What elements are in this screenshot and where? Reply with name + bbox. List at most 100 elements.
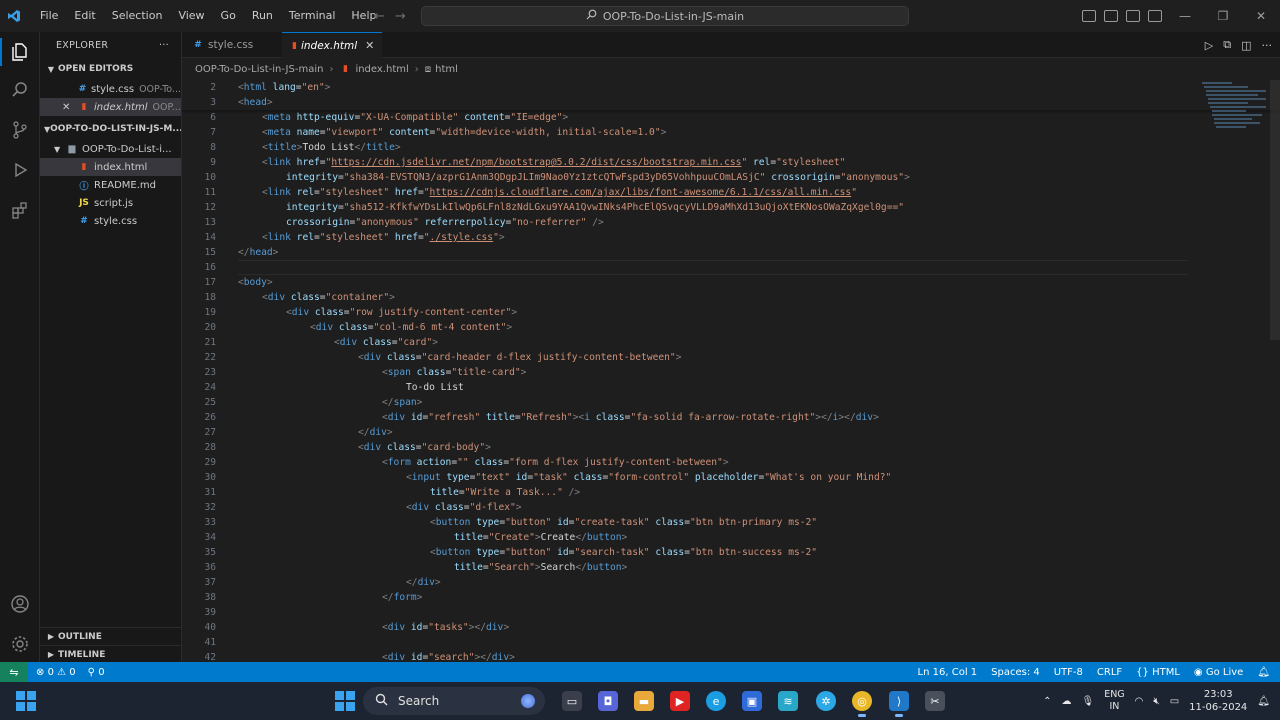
notification-icon[interactable]: 🔔︎ bbox=[1257, 696, 1270, 707]
timeline-section[interactable]: ▶ TIMELINE bbox=[40, 645, 181, 662]
folder-item[interactable]: ▼ ▆ OOP-To-Do-List-i... bbox=[40, 140, 181, 158]
code-line[interactable]: 38 </form> bbox=[182, 590, 1182, 605]
explorer-icon[interactable] bbox=[8, 40, 32, 64]
code-line[interactable]: 31 title="Write a Task..." /> bbox=[182, 485, 1182, 500]
close-editor-icon[interactable]: ✕ bbox=[62, 102, 78, 113]
breadcrumb-folder[interactable]: OOP-To-Do-List-in-JS-main bbox=[195, 64, 323, 75]
code-line[interactable]: 30 <input type="text" id="task" class="fo… bbox=[182, 470, 1182, 485]
notifications-bell-icon[interactable]: 🔔︎ bbox=[1257, 667, 1270, 678]
go-live-button[interactable]: ◉ Go Live bbox=[1194, 667, 1243, 678]
menu-go[interactable]: Go bbox=[213, 0, 244, 32]
code-line[interactable]: 9 <link href="https://cdn.jsdelivr.net/np… bbox=[182, 155, 1182, 170]
vertical-scrollbar[interactable] bbox=[1270, 80, 1280, 340]
chevron-up-icon[interactable]: ⌃ bbox=[1043, 696, 1051, 707]
command-center[interactable]: OOP-To-Do-List-in-JS-main bbox=[421, 6, 909, 26]
code-line[interactable]: 13 crossorigin="anonymous" referrerpolicy… bbox=[182, 215, 1182, 230]
customize-layout-icon[interactable] bbox=[1148, 10, 1162, 22]
extensions-icon[interactable] bbox=[8, 198, 32, 222]
speaker-muted-icon[interactable]: 🔇︎ bbox=[1153, 696, 1159, 707]
terminal-app-icon[interactable]: ≋ bbox=[778, 691, 798, 711]
code-line[interactable]: 10 integrity="sha384-EVSTQN3/azprG1Anm3QD… bbox=[182, 170, 1182, 185]
code-line[interactable]: 19 <div class="row justify-content-center… bbox=[182, 305, 1182, 320]
code-line[interactable]: 18 <div class="container"> bbox=[182, 290, 1182, 305]
youtube-icon[interactable]: ▶ bbox=[670, 691, 690, 711]
battery-icon[interactable]: ▭ bbox=[1170, 696, 1179, 707]
code-line[interactable]: 35 <button type="button" id="search-task"… bbox=[182, 545, 1182, 560]
menu-run[interactable]: Run bbox=[244, 0, 281, 32]
code-line[interactable]: 11 <link rel="stylesheet" href="https://c… bbox=[182, 185, 1182, 200]
code-line[interactable]: 26 <div id="refresh" title="Refresh"><i c… bbox=[182, 410, 1182, 425]
close-tab-icon[interactable]: ✕ bbox=[365, 39, 374, 52]
code-line[interactable]: 17 <body> bbox=[182, 275, 1182, 290]
menu-edit[interactable]: Edit bbox=[66, 0, 103, 32]
open-preview-icon[interactable]: ⧉ bbox=[1223, 38, 1231, 52]
snipping-tool-icon[interactable]: ✂ bbox=[925, 691, 945, 711]
open-editors-section[interactable]: ▼ OPEN EDITORS bbox=[40, 58, 181, 80]
cursor-position[interactable]: Ln 16, Col 1 bbox=[918, 667, 978, 678]
language-mode[interactable]: {} HTML bbox=[1136, 667, 1180, 678]
run-debug-icon[interactable] bbox=[8, 158, 32, 182]
run-file-icon[interactable]: ▷ bbox=[1205, 39, 1213, 52]
split-editor-icon[interactable]: ◫ bbox=[1241, 39, 1251, 52]
outline-section[interactable]: ▶ OUTLINE bbox=[40, 627, 181, 645]
encoding[interactable]: UTF-8 bbox=[1054, 667, 1083, 678]
code-line[interactable]: 27 </div> bbox=[182, 425, 1182, 440]
vscode-taskbar-icon[interactable]: ⟩ bbox=[889, 691, 909, 717]
forward-arrow-icon[interactable]: → bbox=[395, 9, 406, 24]
code-line[interactable]: 40 <div id="tasks"></div> bbox=[182, 620, 1182, 635]
chrome-icon[interactable]: ◎ bbox=[852, 691, 872, 717]
code-line[interactable]: 29 <form action="" class="form d-flex jus… bbox=[182, 455, 1182, 470]
file-item[interactable]: ▮ index.html bbox=[40, 158, 181, 176]
file-item[interactable]: ⓘ README.md bbox=[40, 176, 181, 194]
teams-icon[interactable]: ◘ bbox=[598, 691, 618, 711]
menu-selection[interactable]: Selection bbox=[104, 0, 171, 32]
minimap[interactable] bbox=[1200, 80, 1270, 140]
open-editor-item[interactable]: # style.css OOP-To... bbox=[40, 80, 181, 98]
input-language[interactable]: ENG IN bbox=[1104, 689, 1124, 713]
code-line[interactable]: 24 To-do List bbox=[182, 380, 1182, 395]
back-arrow-icon[interactable]: ← bbox=[374, 9, 385, 24]
code-line[interactable]: 21 <div class="card"> bbox=[182, 335, 1182, 350]
code-line[interactable]: 33 <button type="button" id="create-task"… bbox=[182, 515, 1182, 530]
code-line[interactable]: 14 <link rel="stylesheet" href="./style.c… bbox=[182, 230, 1182, 245]
file-explorer-icon[interactable]: ▬ bbox=[634, 691, 654, 711]
search-icon[interactable] bbox=[8, 78, 32, 102]
breadcrumb-file[interactable]: index.html bbox=[355, 64, 408, 75]
tab-index-html[interactable]: ▮ index.html ✕ bbox=[282, 32, 382, 58]
account-icon[interactable] bbox=[8, 592, 32, 616]
copilot-icon[interactable] bbox=[521, 694, 535, 708]
clock[interactable]: 23:03 11-06-2024 bbox=[1189, 688, 1247, 714]
open-editor-item[interactable]: ✕ ▮ index.html OOP... bbox=[40, 98, 181, 116]
task-view-icon[interactable]: ▭ bbox=[562, 691, 582, 711]
code-editor[interactable]: 2 <html lang="en"> 3 <head> 6 <meta http-equi… bbox=[182, 80, 1280, 662]
code-line[interactable]: 2 <html lang="en"> bbox=[182, 80, 1182, 95]
code-line[interactable]: 23 <span class="title-card"> bbox=[182, 365, 1182, 380]
end-of-line[interactable]: CRLF bbox=[1097, 667, 1122, 678]
more-actions-icon[interactable]: ··· bbox=[1262, 39, 1273, 52]
code-line[interactable]: 12 integrity="sha512-KfkfwYDsLkIlwQp6LFnl… bbox=[182, 200, 1182, 215]
code-line[interactable]: 22 <div class="card-header d-flex justify… bbox=[182, 350, 1182, 365]
store-icon[interactable]: ▣ bbox=[742, 691, 762, 711]
code-line[interactable]: 25 </span> bbox=[182, 395, 1182, 410]
code-line[interactable]: 7 <meta name="viewport" content="width=de… bbox=[182, 125, 1182, 140]
more-actions-icon[interactable]: ··· bbox=[159, 40, 169, 51]
cloud-icon[interactable]: ☁ bbox=[1061, 696, 1071, 707]
breadcrumb-element[interactable]: html bbox=[435, 64, 458, 75]
start-menu-icon[interactable] bbox=[335, 691, 355, 711]
code-line[interactable]: 28 <div class="card-body"> bbox=[182, 440, 1182, 455]
code-line[interactable]: 41 bbox=[182, 635, 1182, 650]
toggle-panel-icon[interactable] bbox=[1104, 10, 1118, 22]
code-line[interactable]: 32 <div class="d-flex"> bbox=[182, 500, 1182, 515]
project-section[interactable]: ▼ OOP-TO-DO-LIST-IN-JS-M... bbox=[40, 118, 181, 140]
code-line[interactable]: 36 title="Search">Search</button> bbox=[182, 560, 1182, 575]
code-line[interactable]: 15 </head> bbox=[182, 245, 1182, 260]
menu-file[interactable]: File bbox=[32, 0, 66, 32]
file-item[interactable]: JS script.js bbox=[40, 194, 181, 212]
edge-icon[interactable]: e bbox=[706, 691, 726, 711]
widgets-icon[interactable] bbox=[16, 691, 36, 711]
maximize-icon[interactable]: ❐ bbox=[1204, 0, 1242, 32]
toggle-primary-sidebar-icon[interactable] bbox=[1082, 10, 1096, 22]
code-line[interactable]: 42 <div id="search"></div> bbox=[182, 650, 1182, 662]
toggle-secondary-sidebar-icon[interactable] bbox=[1126, 10, 1140, 22]
tab-style-css[interactable]: # style.css bbox=[182, 32, 282, 58]
